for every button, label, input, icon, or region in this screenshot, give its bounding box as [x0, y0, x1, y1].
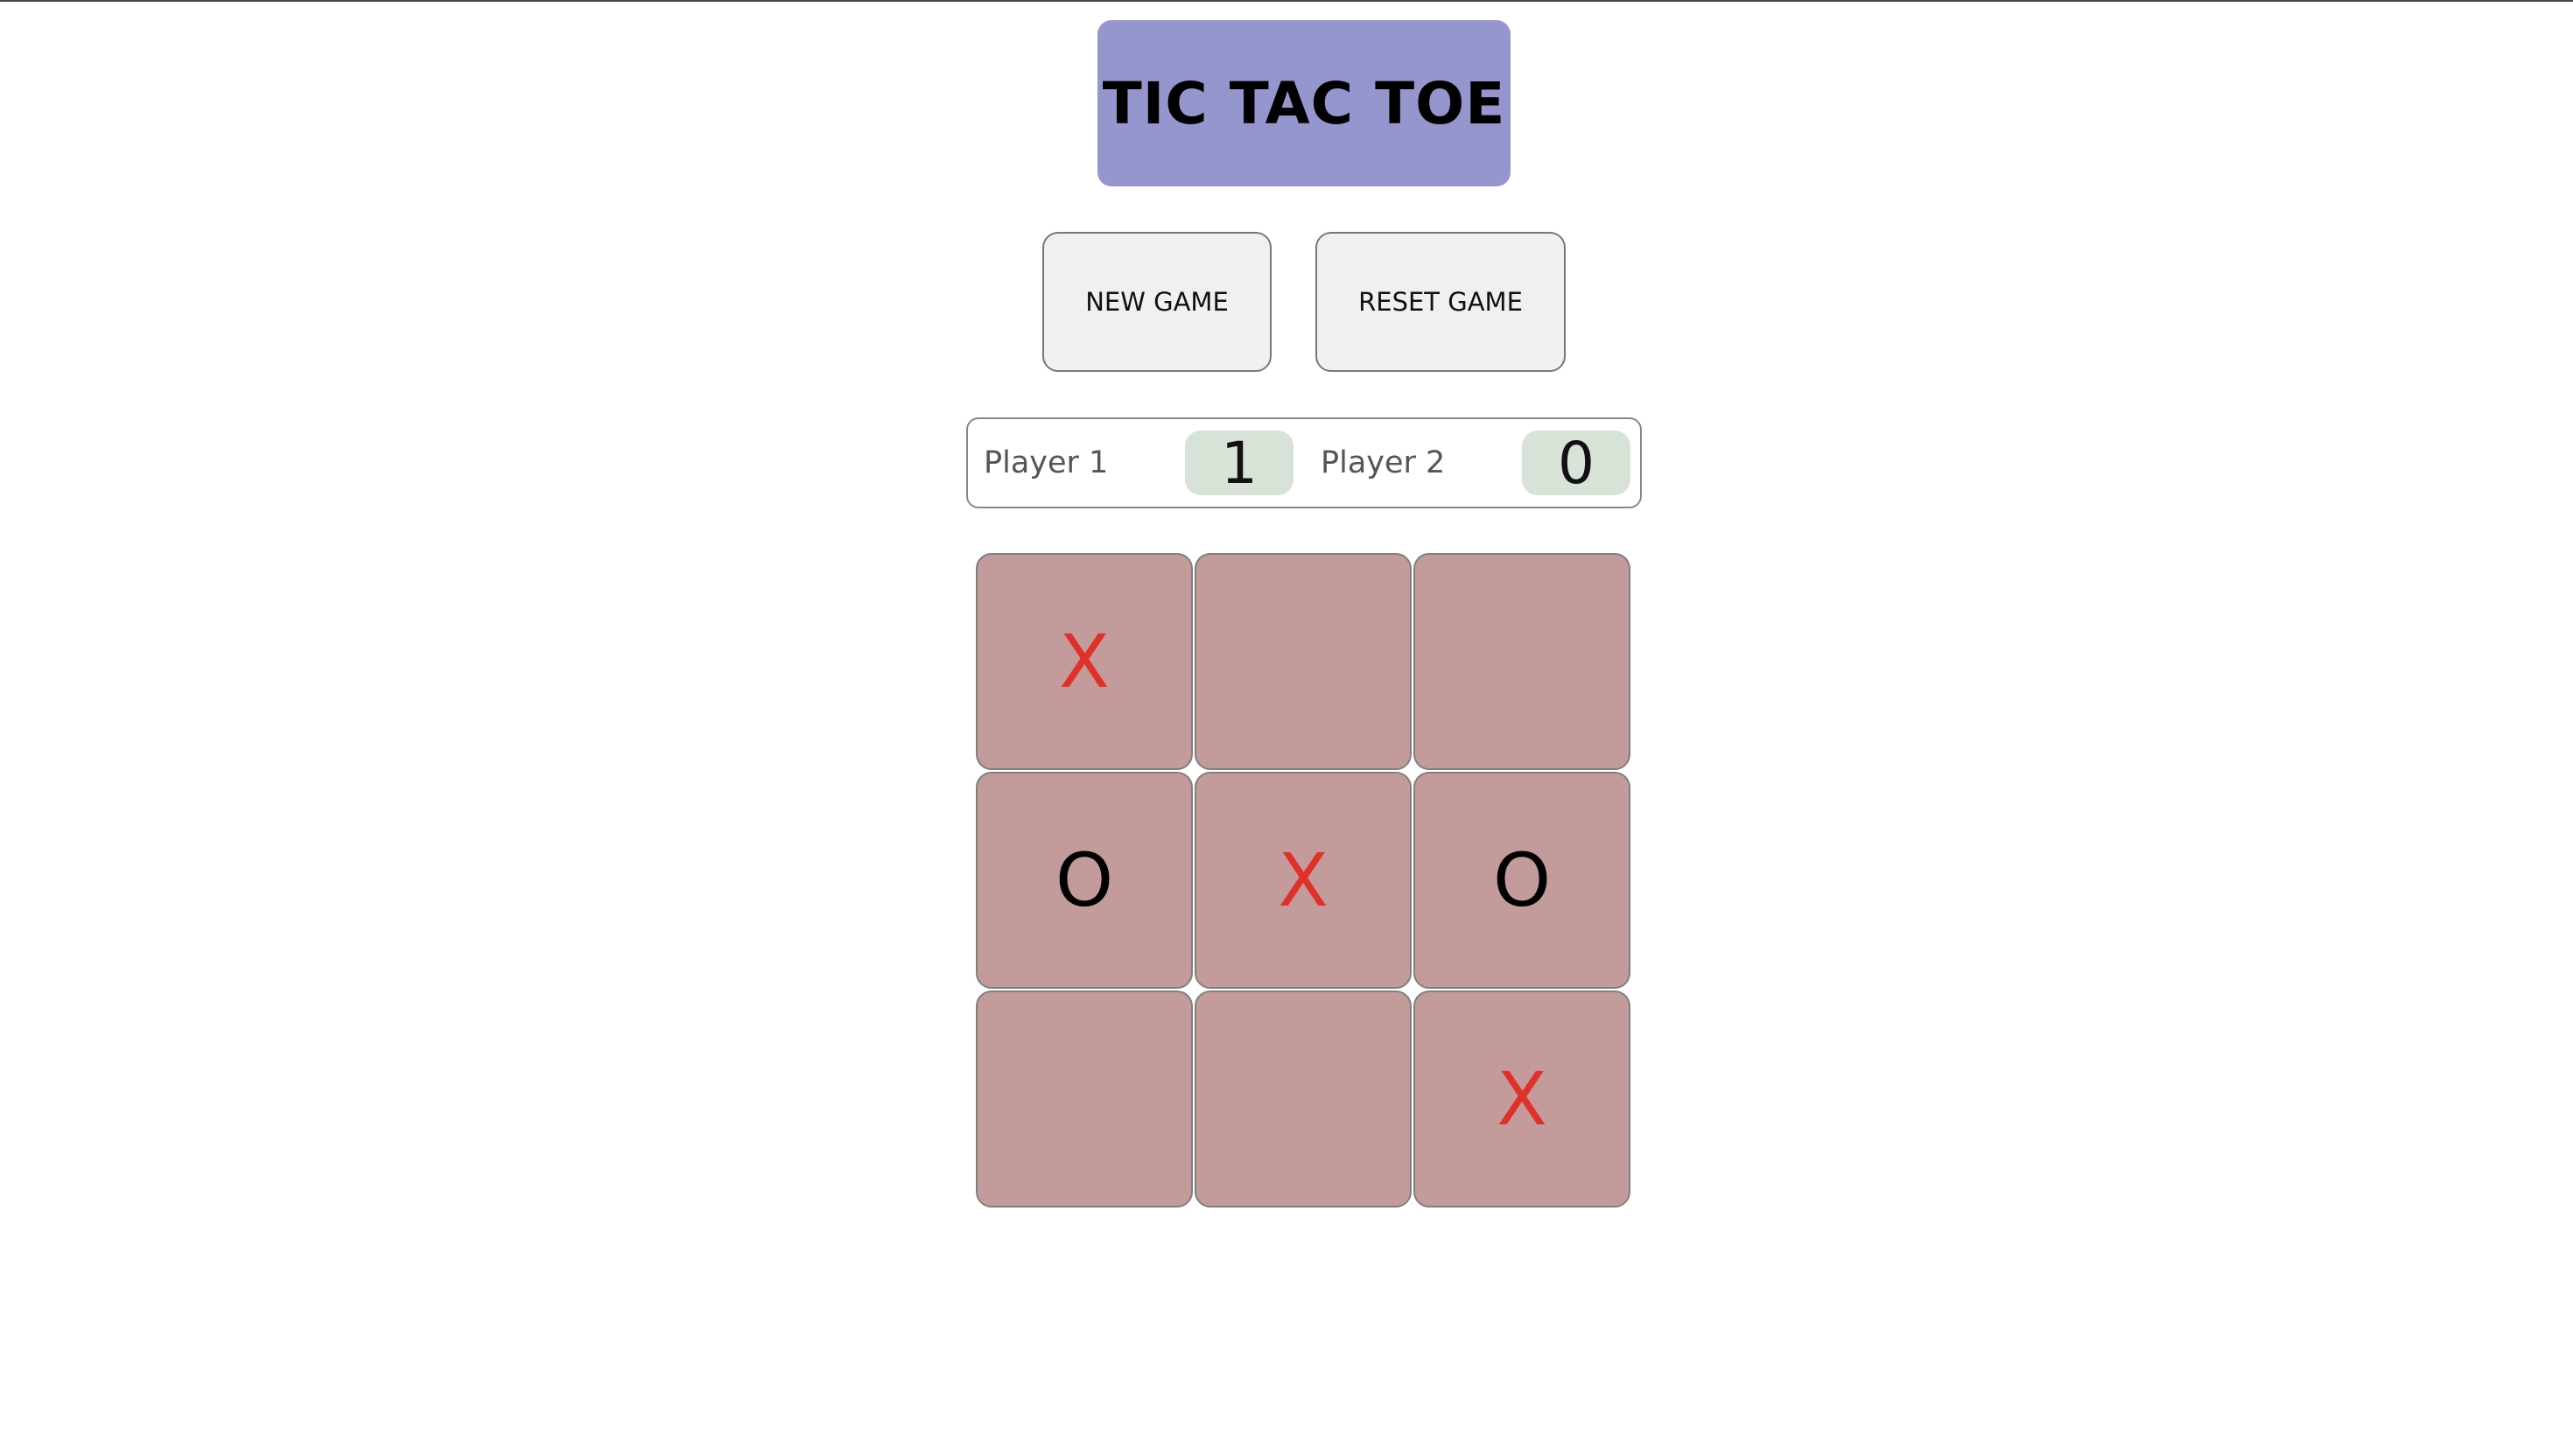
scoreboard: Player 1 1 Player 2 0	[966, 417, 1642, 508]
player1-label: Player 1	[984, 445, 1109, 480]
player2-score: 0	[1522, 430, 1630, 497]
board-cell-8[interactable]	[1195, 990, 1412, 1208]
game-board: X O X O X	[976, 553, 1632, 1209]
board-cell-2[interactable]	[1195, 553, 1412, 770]
top-border	[0, 0, 2573, 2]
reset-game-button[interactable]: RESET GAME	[1315, 232, 1566, 372]
board-cell-7[interactable]	[976, 990, 1193, 1208]
player2-label: Player 2	[1321, 445, 1446, 480]
board-cell-6[interactable]: O	[1413, 772, 1630, 989]
player1-score: 1	[1185, 430, 1294, 497]
board-cell-4[interactable]: O	[976, 772, 1193, 989]
title-banner: TIC TAC TOE	[1097, 20, 1511, 186]
board-cell-1[interactable]: X	[976, 553, 1193, 770]
board-cell-3[interactable]	[1413, 553, 1630, 770]
board-cell-5[interactable]: X	[1195, 772, 1412, 989]
new-game-button[interactable]: NEW GAME	[1042, 232, 1272, 372]
page-title: TIC TAC TOE	[1102, 69, 1506, 137]
board-cell-9[interactable]: X	[1413, 990, 1630, 1208]
